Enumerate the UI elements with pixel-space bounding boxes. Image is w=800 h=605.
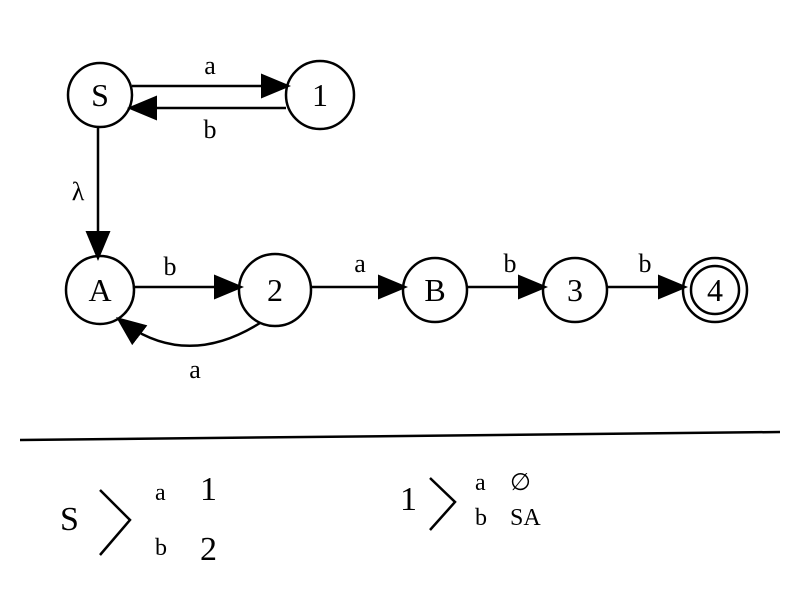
- state-2-label: 2: [267, 272, 283, 308]
- edge-2-to-B-label: a: [354, 249, 366, 278]
- edge-S-to-A: λ: [72, 127, 98, 256]
- state-B: B: [403, 258, 467, 322]
- edge-2-to-B: a: [311, 249, 403, 287]
- state-4-label: 4: [707, 272, 723, 308]
- note-right-bot: b: [475, 505, 487, 531]
- note-left-main: S: [60, 501, 79, 538]
- edge-3-to-4: b: [607, 249, 683, 287]
- note-right-main: 1: [400, 481, 417, 518]
- edge-1-to-S: b: [132, 108, 286, 144]
- state-S: S: [68, 63, 132, 127]
- note-right-top: a: [475, 470, 486, 496]
- note-left-top: a: [155, 480, 166, 506]
- edge-2-to-A-label: a: [189, 355, 201, 384]
- note-right-bracket-icon: [430, 478, 455, 530]
- edge-3-to-4-label: b: [639, 249, 652, 278]
- edge-2-to-A: a: [120, 320, 260, 384]
- edge-B-to-3-label: b: [504, 249, 517, 278]
- note-left-bracket-icon: [100, 490, 130, 555]
- edge-1-to-S-label: b: [204, 115, 217, 144]
- state-A: A: [66, 256, 134, 324]
- state-1-label: 1: [312, 77, 328, 113]
- note-left-bot-val: 2: [200, 531, 217, 568]
- state-1: 1: [286, 61, 354, 129]
- edge-S-to-1: a: [132, 51, 286, 86]
- edge-A-to-2: b: [134, 252, 239, 287]
- state-B-label: B: [424, 272, 445, 308]
- state-3: 3: [543, 258, 607, 322]
- edge-B-to-3: b: [467, 249, 543, 287]
- state-2: 2: [239, 254, 311, 326]
- transition-note-left: S a 1 b 2: [60, 471, 217, 568]
- state-A-label: A: [88, 272, 111, 308]
- note-right-bot-val: SA: [510, 505, 541, 531]
- state-4: 4: [683, 258, 747, 322]
- note-right-top-val: ∅: [510, 470, 531, 496]
- divider-line: [20, 432, 780, 440]
- state-S-label: S: [91, 77, 109, 113]
- edge-S-to-1-label: a: [204, 51, 216, 80]
- note-left-top-val: 1: [200, 471, 217, 508]
- transition-note-right: 1 a ∅ b SA: [400, 470, 541, 531]
- edge-A-to-2-label: b: [164, 252, 177, 281]
- note-left-bot: b: [155, 535, 167, 561]
- state-3-label: 3: [567, 272, 583, 308]
- automaton-diagram: S 1 A 2 B 3 4 a b λ: [0, 0, 800, 600]
- edge-S-to-A-label: λ: [72, 177, 85, 206]
